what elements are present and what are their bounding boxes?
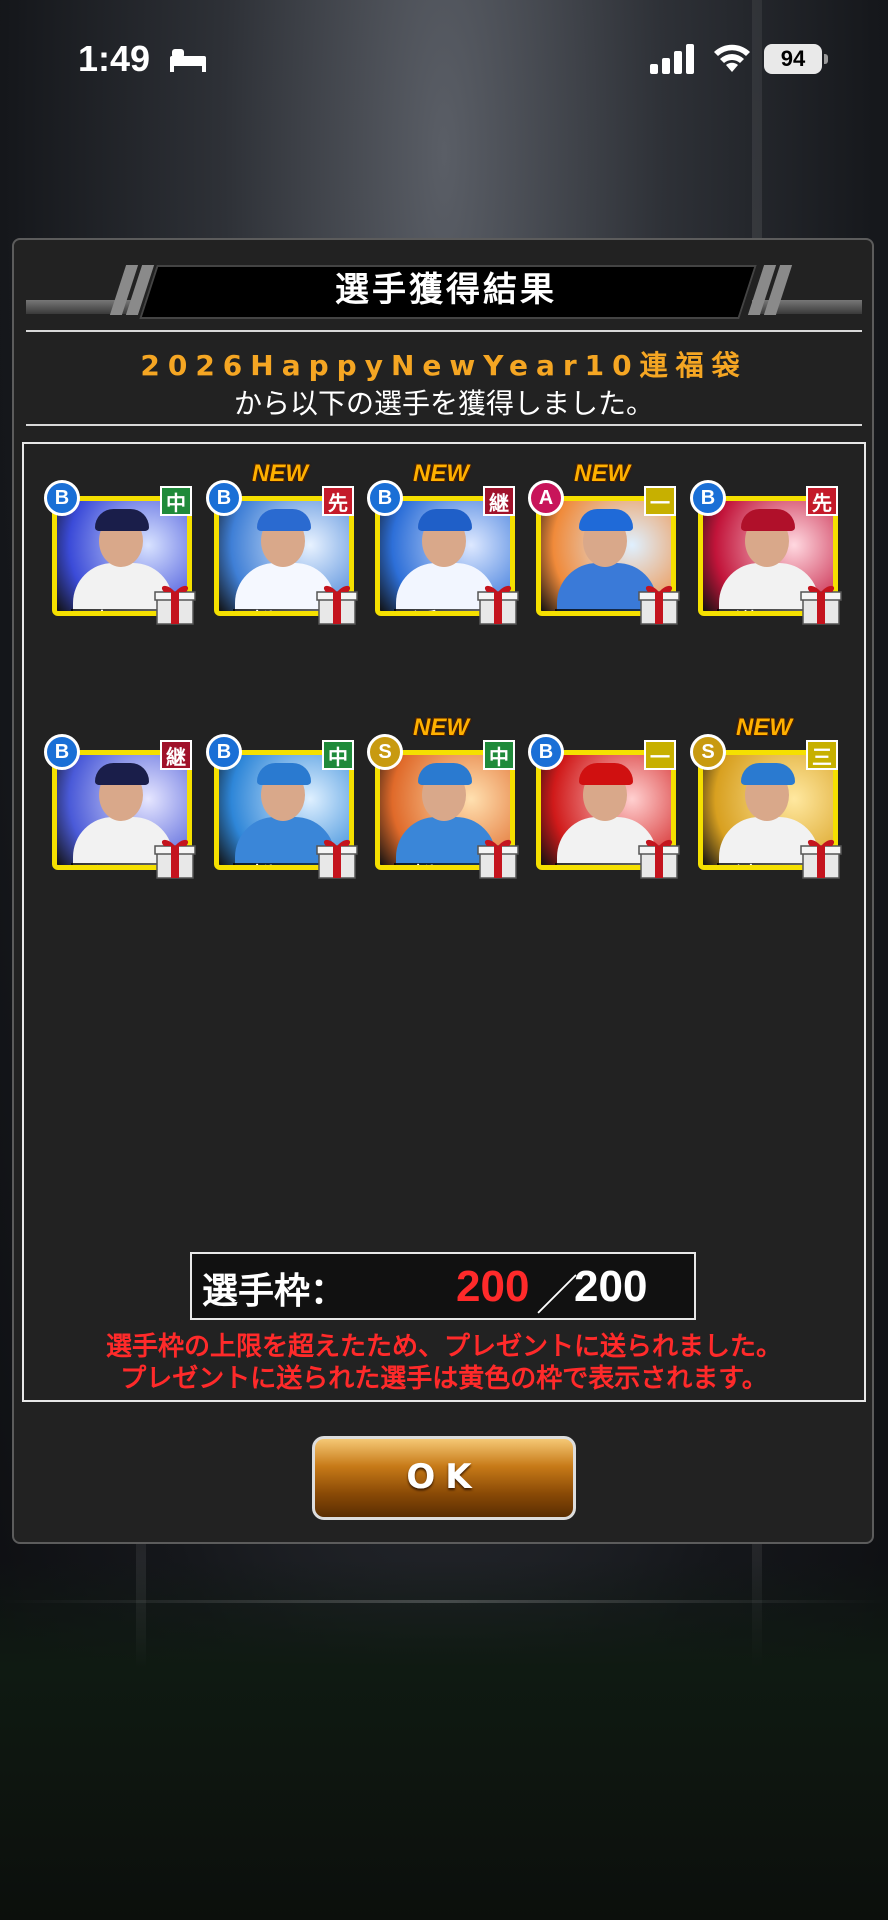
position-badge: 一 xyxy=(644,486,676,516)
gift-icon xyxy=(154,839,196,879)
status-time: 1:49 xyxy=(78,38,151,79)
rank-badge: S xyxy=(690,734,726,770)
battery-tip xyxy=(824,54,828,64)
gift-icon xyxy=(154,585,196,625)
gift-icon xyxy=(477,839,519,879)
battery-icon: 94 xyxy=(764,44,822,74)
roster-label: 選手枠： xyxy=(202,1271,347,1312)
position-badge: 中 xyxy=(483,740,515,770)
gift-icon xyxy=(800,585,842,625)
position-badge: 三 xyxy=(806,740,838,770)
player-card[interactable]: 阿 部 B 継 xyxy=(44,730,196,880)
roster-separator: ／ xyxy=(536,1271,579,1320)
gift-icon xyxy=(638,839,680,879)
rank-badge: S xyxy=(367,734,403,770)
new-badge: NEW xyxy=(574,460,630,487)
position-badge: 一 xyxy=(644,740,676,770)
gift-icon xyxy=(800,839,842,879)
background-line xyxy=(0,1600,888,1603)
player-card[interactable]: 松 本 B 中 xyxy=(206,730,358,880)
rank-badge: B xyxy=(44,480,80,516)
player-card[interactable]: 松 本 S 中 NEW xyxy=(367,714,519,880)
gift-icon xyxy=(638,585,680,625)
rank-badge: B xyxy=(206,734,242,770)
player-card[interactable]: 近 藤 B 継 NEW xyxy=(367,460,519,626)
gift-icon xyxy=(316,585,358,625)
position-badge: 先 xyxy=(322,486,354,516)
divider xyxy=(26,424,862,426)
new-badge: NEW xyxy=(413,460,469,487)
bed-icon xyxy=(170,49,206,72)
roster-counter: 選手枠： 200 ／ 200 xyxy=(190,1252,696,1320)
position-badge: 中 xyxy=(322,740,354,770)
cellular-signal-icon xyxy=(650,44,694,74)
rank-badge: B xyxy=(528,734,564,770)
status-bar: 1:49 94 xyxy=(0,0,888,120)
gacha-name: 2026HappyNewYear10連福袋 xyxy=(140,349,748,382)
position-badge: 継 xyxy=(160,740,192,770)
new-badge: NEW xyxy=(252,460,308,487)
ok-button[interactable]: OK xyxy=(312,1436,576,1520)
position-badge: 中 xyxy=(160,486,192,516)
player-card[interactable]: レイエ A 一 NEW xyxy=(528,460,680,626)
rank-badge: B xyxy=(690,480,726,516)
rank-badge: B xyxy=(367,480,403,516)
warning-line-2: プレゼントに送られた選手は黄色の枠で表示されます。 xyxy=(120,1364,768,1394)
player-card[interactable]: モンテ B 一 xyxy=(528,730,680,880)
player-card[interactable]: 岩 田 B 中 xyxy=(44,476,196,626)
player-card[interactable]: 清 宮 S 三 NEW xyxy=(690,714,842,880)
rank-badge: A xyxy=(528,480,564,516)
position-badge: 先 xyxy=(806,486,838,516)
roster-current: 200 xyxy=(456,1262,530,1311)
position-badge: 継 xyxy=(483,486,515,516)
gift-icon xyxy=(477,585,519,625)
roster-max: 200 xyxy=(574,1262,648,1311)
wifi-icon xyxy=(714,44,750,72)
player-card[interactable]: 瀧 中 B 先 xyxy=(690,476,842,626)
background-field xyxy=(0,1560,888,1920)
rank-badge: B xyxy=(44,734,80,770)
new-badge: NEW xyxy=(736,714,792,741)
player-card[interactable]: 松 坂 B 先 NEW xyxy=(206,460,358,626)
divider xyxy=(26,330,862,332)
gift-icon xyxy=(316,839,358,879)
rank-badge: B xyxy=(206,480,242,516)
new-badge: NEW xyxy=(413,714,469,741)
dialog-title: 選手獲得結果 xyxy=(335,270,557,310)
result-description: から以下の選手を獲得しました。 xyxy=(233,387,654,420)
